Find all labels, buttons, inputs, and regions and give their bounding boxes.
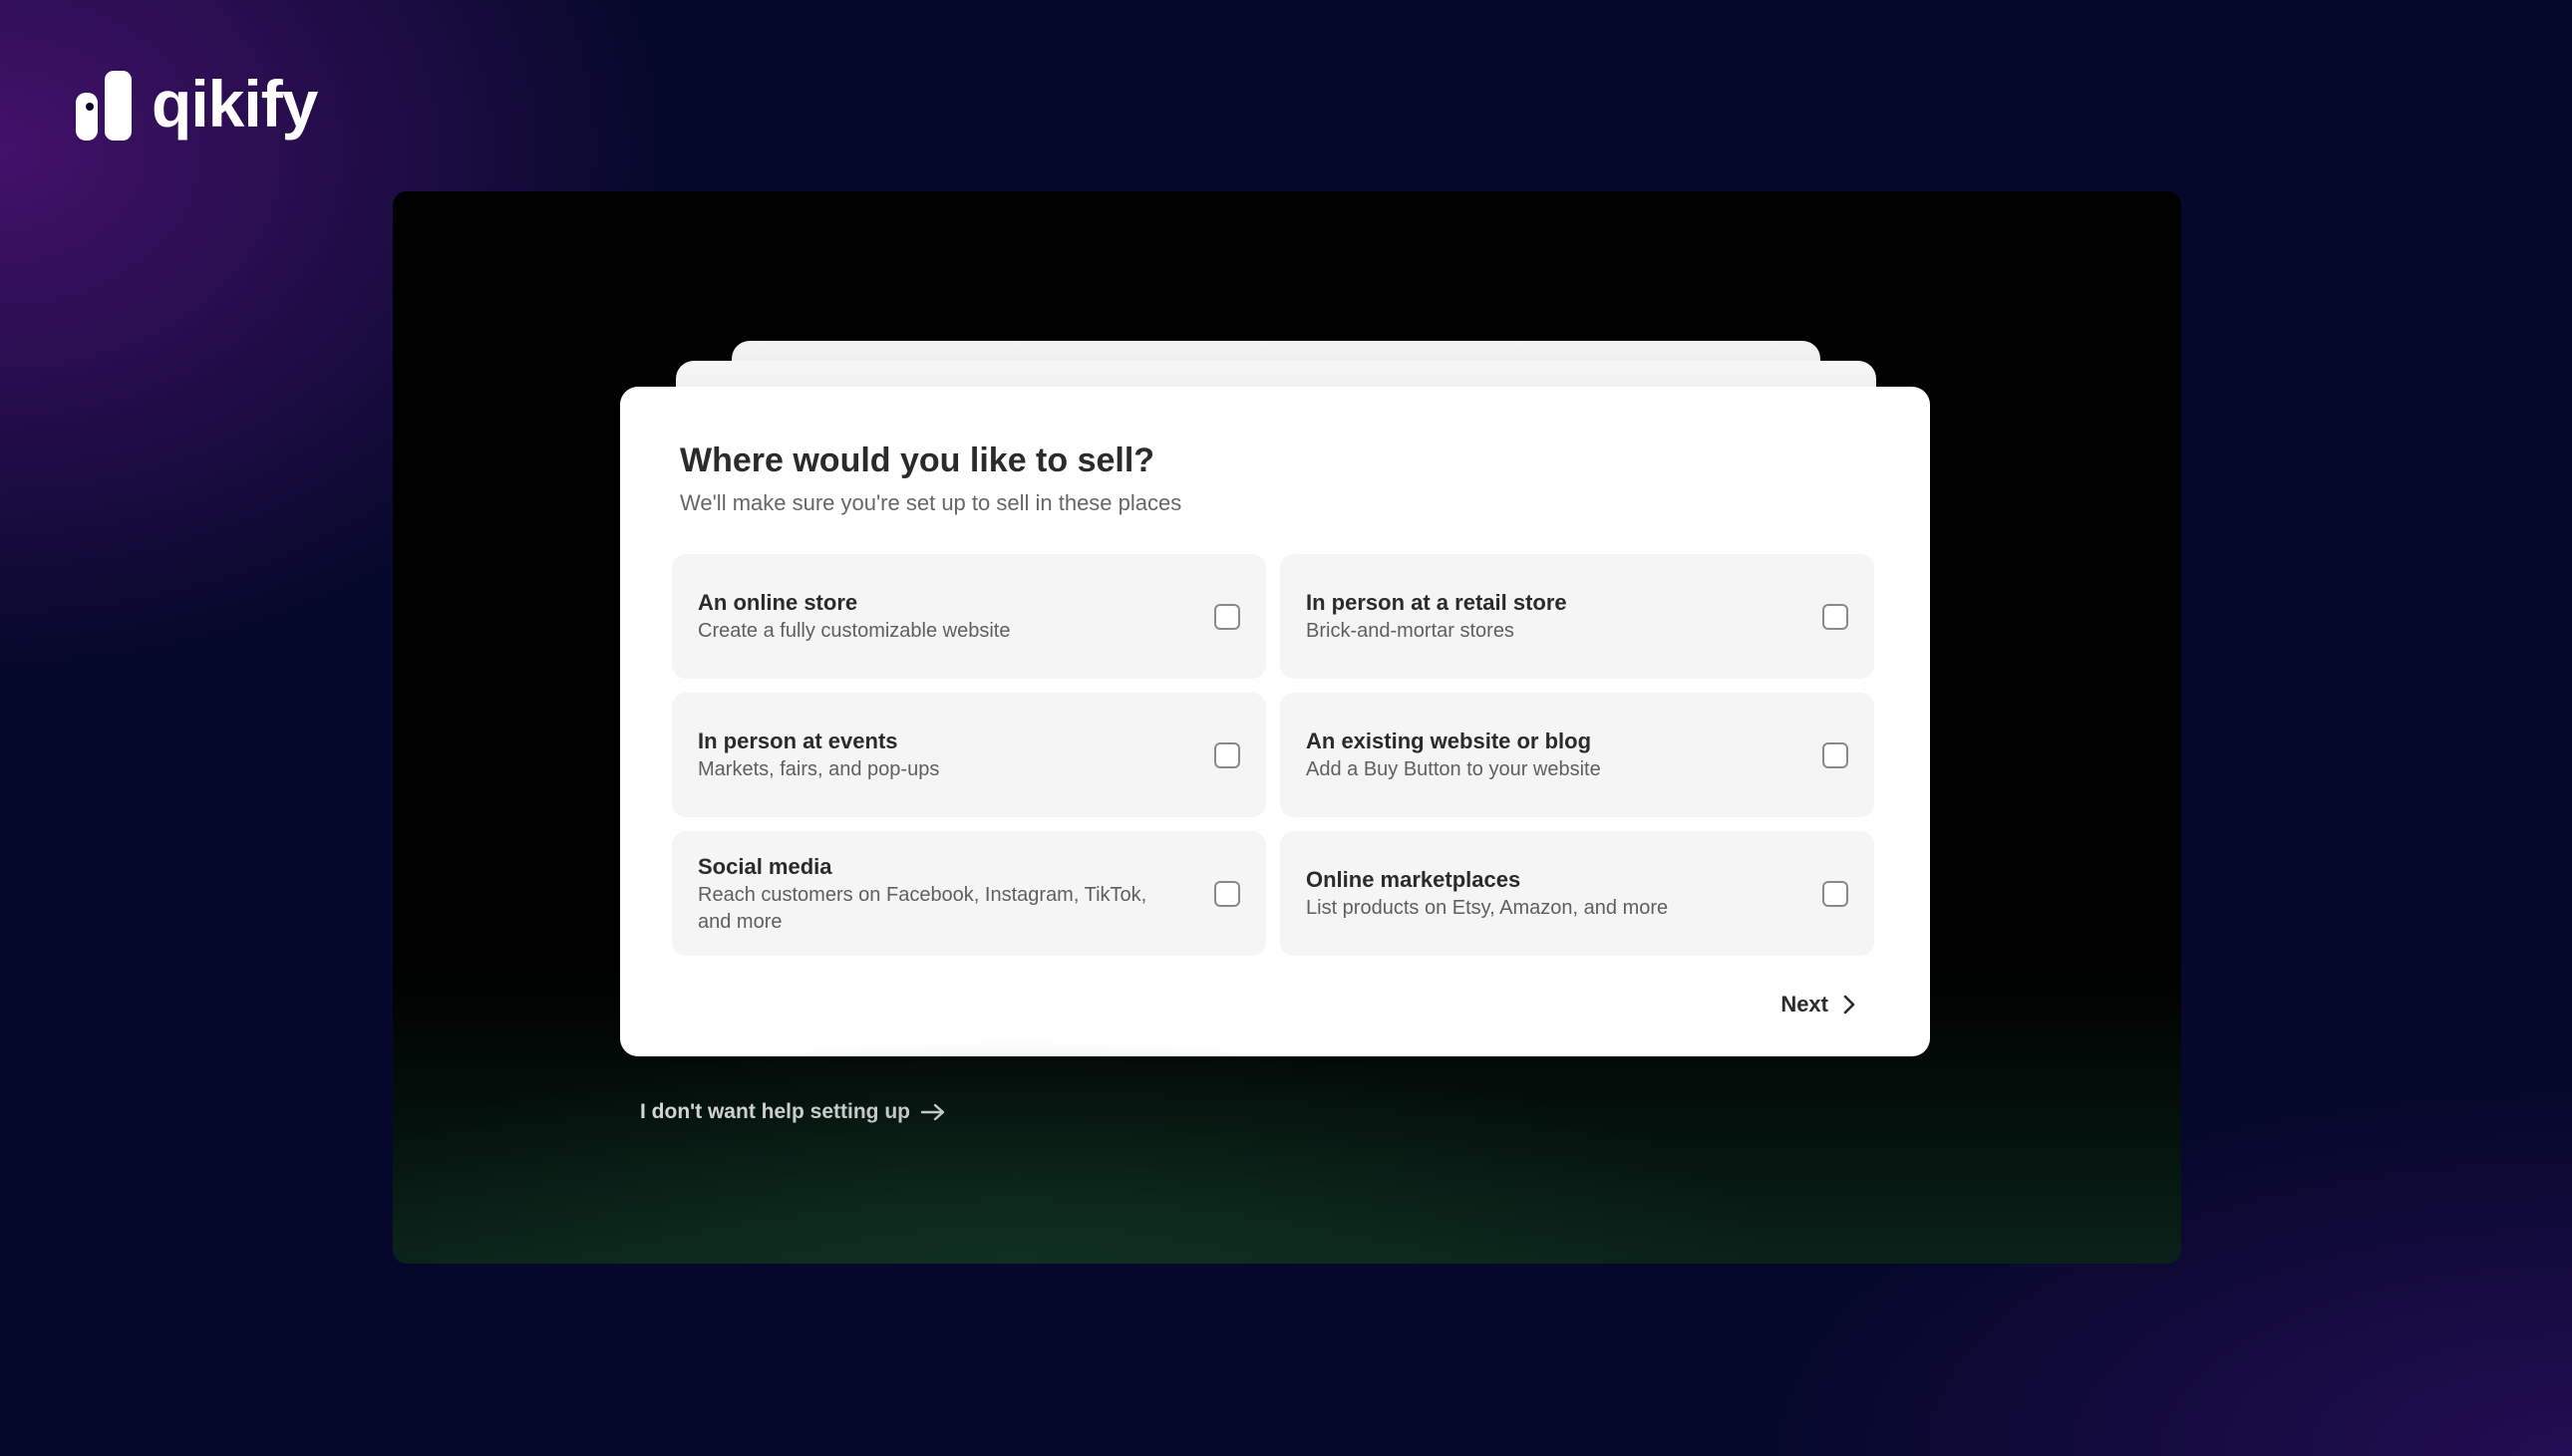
qikify-logo-icon bbox=[76, 71, 132, 141]
option-title: Social media bbox=[698, 853, 832, 879]
option-existing-website[interactable]: An existing website or blog Add a Buy Bu… bbox=[1280, 693, 1874, 817]
option-events[interactable]: In person at events Markets, fairs, and … bbox=[672, 693, 1266, 817]
option-description: Add a Buy Button to your website bbox=[1306, 758, 1601, 780]
option-checkbox[interactable] bbox=[1214, 880, 1240, 907]
skip-setup-link[interactable]: I don't want help setting up bbox=[640, 1100, 946, 1124]
skip-setup-label: I don't want help setting up bbox=[640, 1100, 910, 1123]
option-title: An existing website or blog bbox=[1306, 728, 1592, 753]
sell-options-grid: An online store Create a fully customiza… bbox=[672, 554, 1878, 956]
page-subtitle: We'll make sure you're set up to sell in… bbox=[680, 490, 1182, 515]
option-text: Online marketplaces List products on Ets… bbox=[1306, 865, 1668, 922]
option-checkbox[interactable] bbox=[1822, 603, 1848, 630]
option-checkbox[interactable] bbox=[1214, 741, 1240, 768]
brand-name: qikify bbox=[152, 67, 318, 141]
option-text: An online store Create a fully customiza… bbox=[698, 588, 1010, 645]
option-social-media[interactable]: Social media Reach customers on Facebook… bbox=[672, 831, 1266, 956]
option-description: Create a fully customizable website bbox=[698, 620, 1011, 642]
next-button[interactable]: Next bbox=[1780, 992, 1856, 1018]
card-footer: Next bbox=[672, 992, 1878, 1018]
option-retail-store[interactable]: In person at a retail store Brick-and-mo… bbox=[1280, 554, 1874, 679]
option-online-store[interactable]: An online store Create a fully customiza… bbox=[672, 554, 1266, 679]
option-description: Markets, fairs, and pop-ups bbox=[698, 758, 940, 780]
option-title: In person at events bbox=[698, 728, 898, 753]
option-text: Social media Reach customers on Facebook… bbox=[698, 852, 1176, 936]
brand-logo[interactable]: qikify bbox=[76, 67, 318, 142]
next-button-label: Next bbox=[1780, 992, 1828, 1017]
option-checkbox[interactable] bbox=[1214, 603, 1240, 630]
option-text: In person at a retail store Brick-and-mo… bbox=[1306, 588, 1567, 645]
option-description: List products on Etsy, Amazon, and more bbox=[1306, 897, 1669, 919]
option-online-marketplaces[interactable]: Online marketplaces List products on Ets… bbox=[1280, 831, 1874, 956]
option-title: In person at a retail store bbox=[1306, 590, 1567, 615]
option-text: In person at events Markets, fairs, and … bbox=[698, 727, 939, 783]
option-checkbox[interactable] bbox=[1822, 880, 1848, 907]
option-title: Online marketplaces bbox=[1306, 867, 1521, 892]
sell-channels-card: Where would you like to sell? We'll make… bbox=[620, 387, 1930, 1056]
option-checkbox[interactable] bbox=[1822, 741, 1848, 768]
page-title: Where would you like to sell? bbox=[680, 441, 1155, 479]
chevron-right-icon bbox=[1843, 995, 1855, 1015]
option-text: An existing website or blog Add a Buy Bu… bbox=[1306, 727, 1601, 783]
option-title: An online store bbox=[698, 590, 858, 615]
onboarding-stage: Where would you like to sell? We'll make… bbox=[393, 191, 2181, 1264]
arrow-right-icon bbox=[920, 1103, 945, 1121]
option-description: Brick-and-mortar stores bbox=[1306, 620, 1514, 642]
option-description: Reach customers on Facebook, Instagram, … bbox=[698, 883, 1147, 933]
